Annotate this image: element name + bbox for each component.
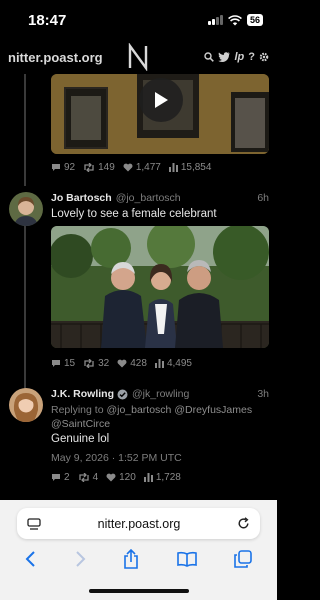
search-icon[interactable] (204, 52, 215, 62)
views-chart-icon (143, 473, 153, 482)
status-time: 18:47 (28, 11, 67, 29)
retweet-icon (78, 473, 89, 482)
retweet-icon (84, 359, 94, 368)
video-thumbnail[interactable] (51, 74, 269, 154)
heart-icon (117, 359, 127, 368)
tweet-image[interactable] (51, 226, 269, 348)
views-chart-icon (168, 163, 178, 172)
back-icon[interactable] (25, 550, 37, 568)
reply-stat[interactable]: 15 (51, 358, 75, 369)
timeline: 92 149 1,477 15,854 Jo Bartosch @jo_bart… (0, 74, 277, 500)
tip-icon[interactable]: lp (234, 51, 244, 63)
views-count: 15,854 (180, 162, 212, 173)
reply-stat[interactable]: 2 (51, 472, 70, 483)
tweet-stats: 2 4 120 1,728 (51, 472, 181, 483)
nitter-navbar: nitter.poast.org lp ? (0, 40, 277, 74)
tweet-header: J.K. Rowling @jk_rowling (51, 388, 189, 400)
browser-bottom-bar: nitter.poast.org (0, 500, 277, 600)
views-stat: 4,495 (154, 358, 192, 369)
twitter-bird-icon[interactable] (218, 52, 231, 62)
avatar-image (9, 388, 43, 422)
url-text[interactable]: nitter.poast.org (98, 517, 181, 531)
tweet-time[interactable]: 6h (257, 192, 269, 204)
tweet-stats: 15 32 428 4,495 (51, 358, 192, 369)
nav-icons: lp ? (204, 51, 269, 63)
retweet-count: 149 (98, 162, 115, 173)
reply-mention-link[interactable]: @SaintCirce (51, 418, 110, 430)
status-bar: 18:47 56 (0, 0, 277, 40)
like-stat[interactable]: 428 (117, 358, 147, 369)
like-count: 1,477 (135, 162, 161, 173)
views-count: 4,495 (166, 358, 192, 369)
tweet-date[interactable]: May 9, 2026 · 1:52 PM UTC (51, 452, 182, 464)
reload-icon[interactable] (237, 517, 250, 530)
views-chart-icon (154, 359, 164, 368)
views-stat: 15,854 (168, 162, 212, 173)
reply-mention-link[interactable]: @DreyfusJames (174, 404, 252, 416)
nitter-logo-icon[interactable] (127, 43, 149, 71)
site-brand-link[interactable]: nitter.poast.org (8, 50, 103, 65)
status-indicators: 56 (207, 14, 263, 26)
bookmarks-icon[interactable] (177, 551, 197, 567)
author-name[interactable]: J.K. Rowling (51, 388, 114, 400)
reply-count: 15 (64, 358, 76, 369)
photo-image (51, 226, 269, 348)
gear-icon[interactable] (259, 52, 269, 62)
like-stat[interactable]: 1,477 (123, 162, 161, 173)
like-stat[interactable]: 120 (106, 472, 136, 483)
battery-indicator: 56 (246, 14, 263, 26)
thread-connector (24, 74, 26, 186)
author-name[interactable]: Jo Bartosch (51, 192, 112, 204)
comment-icon (52, 360, 60, 367)
address-bar[interactable]: nitter.poast.org (17, 508, 260, 539)
comment-icon (52, 474, 60, 481)
tabs-icon[interactable] (234, 550, 253, 568)
tweet-time[interactable]: 3h (257, 388, 269, 400)
thread-connector (24, 224, 26, 390)
home-indicator (89, 589, 189, 593)
tweet-stats: 92 149 1,477 15,854 (51, 162, 211, 173)
retweet-stat[interactable]: 149 (83, 162, 115, 173)
views-stat: 1,728 (143, 472, 181, 483)
browser-toolbar (0, 544, 277, 574)
like-count: 120 (119, 472, 136, 483)
replying-to-label: Replying to (51, 404, 104, 416)
reply-count: 2 (64, 472, 70, 483)
retweet-count: 4 (92, 472, 99, 483)
comment-icon (52, 164, 60, 171)
play-button[interactable] (139, 78, 183, 122)
retweet-count: 32 (98, 358, 110, 369)
avatar-image (9, 192, 43, 226)
reply-mention-link[interactable]: @jo_bartosch (106, 404, 171, 416)
heart-icon (106, 473, 116, 482)
verified-badge-icon (117, 389, 128, 399)
play-icon (155, 92, 168, 108)
page-menu-icon[interactable] (27, 517, 41, 530)
tweet-text: Lovely to see a female celebrant (51, 208, 217, 220)
reply-count: 92 (64, 162, 76, 173)
share-icon[interactable] (123, 549, 139, 569)
like-count: 428 (130, 358, 147, 369)
help-icon[interactable]: ? (248, 51, 255, 63)
retweet-icon (84, 163, 94, 172)
signal-icon (207, 15, 223, 25)
heart-icon (123, 163, 133, 172)
reply-stat[interactable]: 92 (51, 162, 75, 173)
avatar[interactable] (9, 388, 43, 422)
replying-to-line: Replying to @jo_bartosch @DreyfusJames @… (51, 403, 266, 431)
avatar[interactable] (9, 192, 43, 226)
views-count: 1,728 (155, 472, 181, 483)
retweet-stat[interactable]: 32 (83, 358, 109, 369)
wifi-icon (228, 14, 242, 25)
retweet-stat[interactable]: 4 (78, 472, 99, 483)
tweet-header: Jo Bartosch @jo_bartosch (51, 192, 181, 204)
tweet-text: Genuine lol (51, 433, 110, 445)
author-handle[interactable]: @jk_rowling (132, 388, 189, 400)
author-handle[interactable]: @jo_bartosch (116, 192, 181, 204)
forward-icon[interactable] (74, 550, 86, 568)
